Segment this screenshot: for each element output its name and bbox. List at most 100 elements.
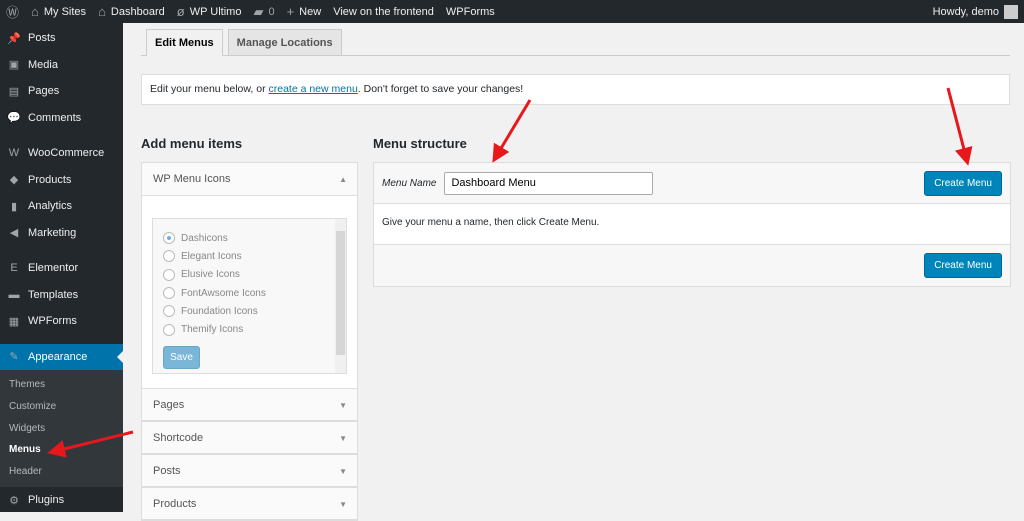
radio-icon bbox=[163, 232, 175, 245]
admin-bar: Ⓦ ⌂ My Sites ⌂ Dashboard ø WP Ultimo ▰ 0 + Ne… bbox=[0, 0, 1024, 23]
radio-icon bbox=[163, 250, 175, 263]
sidebar-item-pages[interactable]: ▤ Pages bbox=[0, 78, 123, 105]
icon-set-radio[interactable]: FontAwsome Icons bbox=[153, 284, 346, 302]
add-menu-items-heading: Add menu items bbox=[141, 136, 243, 151]
sidebar-item-label: Elementor bbox=[28, 262, 79, 275]
menu-structure-panel: Menu Name Create Menu Give your menu a na… bbox=[373, 162, 1011, 287]
wpforms-link[interactable]: WPForms bbox=[440, 0, 501, 23]
icon-set-radio[interactable]: Elegant Icons bbox=[153, 247, 346, 265]
icon-set-radio[interactable]: Elusive Icons bbox=[153, 266, 346, 284]
view-label: View on the frontend bbox=[333, 5, 434, 18]
accordion-shortcode[interactable]: Shortcode ▼ bbox=[142, 421, 357, 454]
home-icon: ⌂ bbox=[98, 4, 106, 19]
radio-icon bbox=[163, 268, 175, 281]
menu-name-label: Menu Name bbox=[382, 177, 437, 189]
sidebar-item-label: Comments bbox=[28, 111, 82, 124]
submenu-item-widgets[interactable]: Widgets bbox=[0, 418, 123, 440]
triangle-up-icon: ▲ bbox=[339, 175, 347, 184]
menu-icon: ◆ bbox=[9, 174, 19, 187]
icon-set-radio[interactable]: Foundation Icons bbox=[153, 302, 346, 320]
sidebar-item-label: Appearance bbox=[28, 350, 88, 363]
radio-label: Foundation Icons bbox=[181, 305, 258, 317]
panel-title: WP Menu Icons bbox=[153, 173, 231, 185]
sidebar-item-label: Analytics bbox=[28, 200, 73, 213]
wp-logo-button[interactable]: Ⓦ bbox=[0, 0, 25, 23]
account-menu[interactable]: Howdy, demo bbox=[927, 0, 1024, 23]
sidebar-item-products[interactable]: ◆ Products bbox=[0, 167, 123, 194]
tab-manage-locations[interactable]: Manage Locations bbox=[227, 29, 342, 55]
submenu-item-customize[interactable]: Customize bbox=[0, 396, 123, 418]
radio-icon bbox=[163, 287, 175, 300]
radio-label: Themify Icons bbox=[181, 324, 244, 336]
triangle-down-icon: ▼ bbox=[339, 500, 347, 509]
menu-icon: ⚙ bbox=[9, 494, 19, 507]
save-button[interactable]: Save bbox=[163, 345, 200, 369]
sidebar-item-plugins[interactable]: ⚙ Plugins bbox=[0, 487, 123, 514]
sidebar-item-label: WooCommerce bbox=[28, 147, 105, 160]
sidebar-item-media[interactable]: ▣ Media bbox=[0, 52, 123, 79]
sites-icon: ⌂ bbox=[31, 4, 39, 19]
accordion-products[interactable]: Products ▼ bbox=[142, 487, 357, 520]
section-title: Posts bbox=[153, 465, 181, 477]
dashboard-label: Dashboard bbox=[110, 5, 165, 18]
admin-sidebar: 📌 Posts ▣ Media ▤ Pages 💬 Comments W WooCommerce ◆… bbox=[0, 23, 123, 512]
nav-tabs: Edit Menus Manage Locations bbox=[141, 29, 1010, 56]
scrollbar[interactable] bbox=[335, 219, 346, 373]
submenu-item-header[interactable]: Header bbox=[0, 461, 123, 483]
menu-hint: Give your menu a name, then click Create… bbox=[374, 204, 1010, 245]
sidebar-item-label: Pages bbox=[28, 85, 60, 98]
sidebar-item-templates[interactable]: ▬ Templates bbox=[0, 282, 123, 309]
accordion-pages[interactable]: Pages ▼ bbox=[142, 388, 357, 421]
sidebar-item-comments[interactable]: 💬 Comments bbox=[0, 105, 123, 132]
section-title: Products bbox=[153, 498, 197, 510]
sidebar-item-analytics[interactable]: ▮ Analytics bbox=[0, 193, 123, 220]
sidebar-item-wpforms[interactable]: ▦ WPForms bbox=[0, 308, 123, 335]
arrow-annotation bbox=[492, 99, 532, 163]
sidebar-item-woocommerce[interactable]: W WooCommerce bbox=[0, 140, 123, 167]
wp-ultimo-link[interactable]: ø WP Ultimo bbox=[171, 0, 248, 23]
icon-set-radio[interactable]: Themify Icons bbox=[153, 320, 346, 338]
menu-icon: ✎ bbox=[9, 351, 19, 364]
my-sites-link[interactable]: ⌂ My Sites bbox=[25, 0, 92, 23]
avatar bbox=[1004, 4, 1018, 19]
section-title: Shortcode bbox=[153, 432, 204, 444]
wp-ultimo-label: WP Ultimo bbox=[189, 5, 242, 18]
menu-icon: 📌 bbox=[7, 32, 21, 45]
menu-icon: ▮ bbox=[10, 200, 18, 213]
menu-icon: ▤ bbox=[8, 85, 20, 98]
view-frontend-link[interactable]: View on the frontend bbox=[327, 0, 440, 23]
icon-options-list: Dashicons Elegant Icons Elusive Icons FontA… bbox=[152, 218, 347, 374]
add-items-accordion: WP Menu Icons ▲ Dashicons Elegant Icons Elu… bbox=[141, 162, 358, 521]
sidebar-item-posts[interactable]: 📌 Posts bbox=[0, 25, 123, 52]
sidebar-item-marketing[interactable]: ◀ Marketing bbox=[0, 220, 123, 247]
tab-edit-menus[interactable]: Edit Menus bbox=[146, 29, 223, 56]
sidebar-item-elementor[interactable]: E Elementor bbox=[0, 255, 123, 282]
menu-icon: 💬 bbox=[7, 112, 21, 125]
notice: Edit your menu below, or create a new me… bbox=[141, 74, 1010, 105]
radio-icon bbox=[163, 323, 175, 336]
radio-label: Elegant Icons bbox=[181, 250, 242, 262]
comments-link[interactable]: ▰ 0 bbox=[247, 0, 280, 23]
new-link[interactable]: + New bbox=[281, 0, 328, 23]
section-title: Pages bbox=[153, 399, 185, 411]
submenu-item-themes[interactable]: Themes bbox=[0, 374, 123, 396]
menu-icon: ▦ bbox=[8, 315, 20, 328]
sidebar-item-appearance[interactable]: ✎ Appearance bbox=[0, 343, 123, 370]
dashboard-link[interactable]: ⌂ Dashboard bbox=[92, 0, 171, 23]
accordion-posts[interactable]: Posts ▼ bbox=[142, 454, 357, 487]
sidebar-item-label: Posts bbox=[28, 32, 56, 45]
notice-text-end: . Don't forget to save your changes! bbox=[357, 83, 524, 95]
submenu-item-menus[interactable]: Menus bbox=[0, 439, 123, 461]
menu-icon: E bbox=[10, 262, 18, 275]
radio-label: Dashicons bbox=[181, 232, 228, 244]
icon-set-radio[interactable]: Dashicons bbox=[153, 229, 346, 247]
menu-structure-heading: Menu structure bbox=[373, 136, 467, 151]
create-menu-button-top[interactable]: Create Menu bbox=[924, 170, 1002, 196]
create-menu-button-bottom[interactable]: Create Menu bbox=[924, 253, 1002, 278]
menu-icon: ◀ bbox=[9, 227, 19, 240]
triangle-down-icon: ▼ bbox=[339, 401, 347, 410]
create-new-menu-link[interactable]: create a new menu bbox=[268, 83, 357, 95]
menu-name-input[interactable] bbox=[444, 171, 654, 195]
wp-menu-icons-header[interactable]: WP Menu Icons ▲ bbox=[142, 163, 357, 196]
triangle-down-icon: ▼ bbox=[339, 434, 347, 443]
